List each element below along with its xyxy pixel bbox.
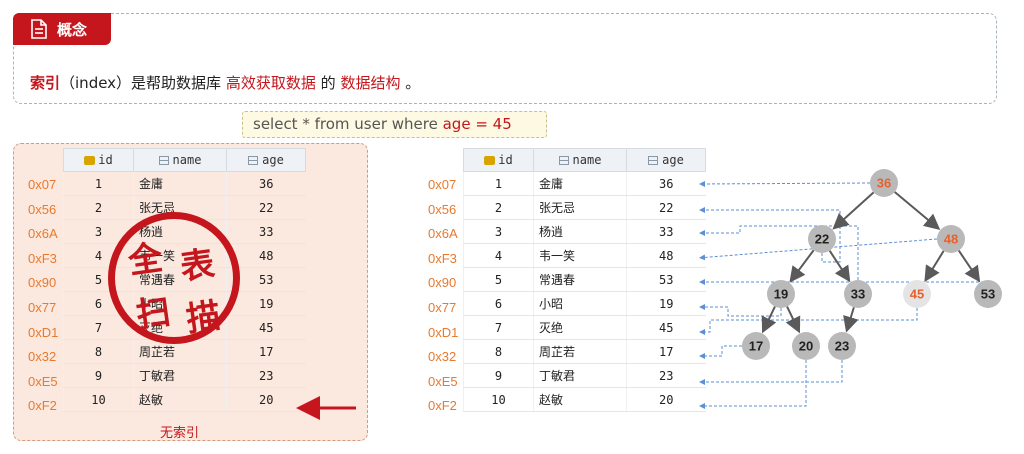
tree-node-label: 22 [815,232,829,247]
tree-node-label: 19 [774,287,788,302]
row-pointer-20 [699,360,807,409]
row-pointer-19 [699,304,782,317]
tree-node-label: 23 [835,339,849,354]
tree-edge [843,307,859,333]
row-pointer-36 [699,180,871,187]
tree-node-label: 48 [944,232,958,247]
tree-node-label: 36 [877,176,891,191]
tree-node-48: 48 [937,225,965,253]
tree-edge [924,250,945,283]
tree-node-17: 17 [742,332,770,360]
tree-node-20: 20 [792,332,820,360]
row-pointer-17 [699,345,742,359]
tree-edge [957,250,981,283]
row-pointer-53 [699,279,989,308]
tree-edge [785,306,801,334]
tree-node-53: 53 [974,280,1002,308]
tree-node-36: 36 [870,169,898,197]
tree-node-23: 23 [828,332,856,360]
tree-node-33: 33 [844,280,872,308]
tree-node-label: 17 [749,339,763,354]
tree-edge [789,249,815,283]
tree-node-label: 20 [799,339,813,354]
tree-node-label: 53 [981,287,995,302]
tree-node-label: 45 [910,287,924,302]
tree-edge [894,191,941,231]
index-tree-diagram: 36 22 48 19 33 45 53 17 20 23 [296,169,1002,420]
row-pointer-45 [699,308,918,335]
row-pointer-23 [699,360,843,385]
tree-node-19: 19 [767,280,795,308]
tree-node-22: 22 [808,225,836,253]
tree-edge [761,306,777,334]
tree-node-45: 45 [903,280,931,308]
tree-node-label: 33 [851,287,865,302]
tree-edge [832,191,875,230]
tree-edge [828,250,851,283]
